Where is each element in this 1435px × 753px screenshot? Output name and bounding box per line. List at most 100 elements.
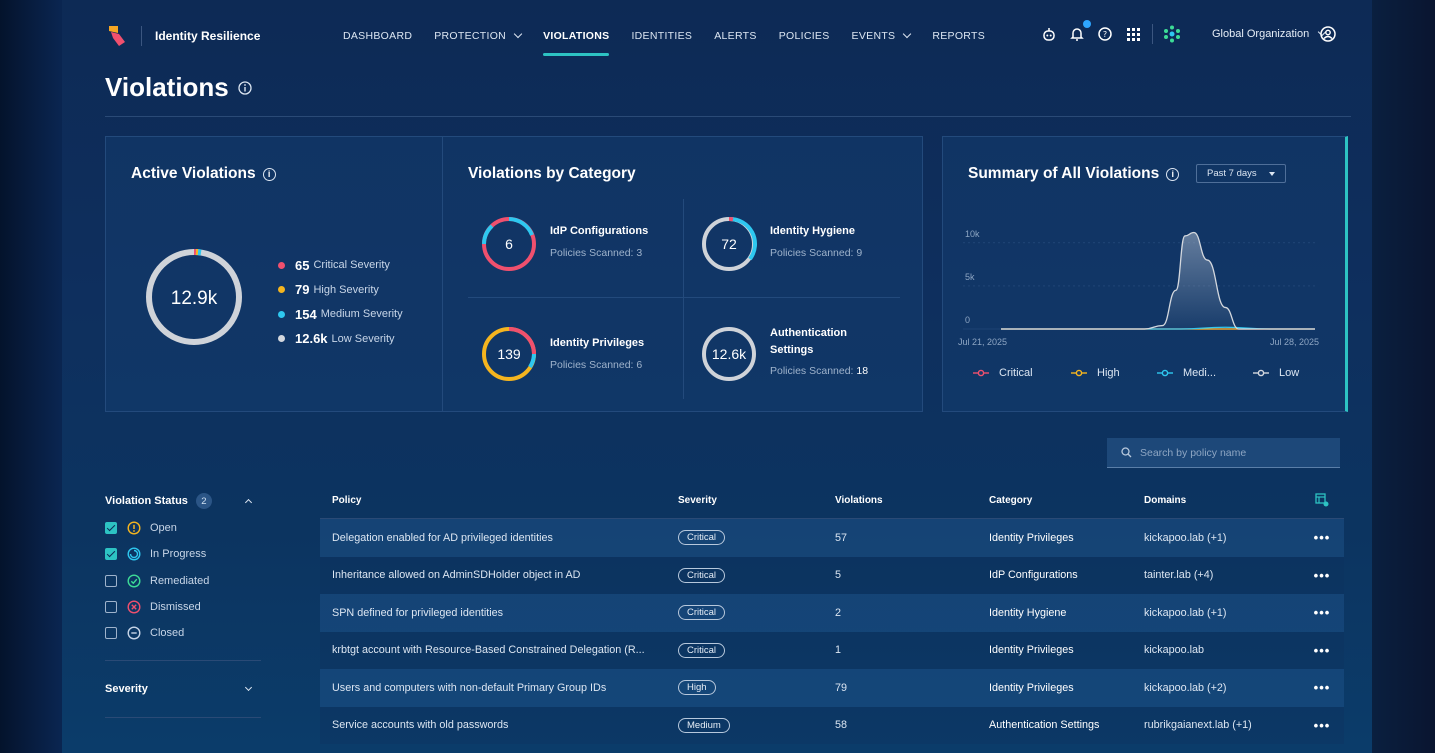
row-actions-menu[interactable]: ••• <box>1300 530 1344 545</box>
status-option-in-progress[interactable]: In Progress <box>105 541 261 567</box>
summary-title: Summary of All Violations i <box>968 165 1180 183</box>
notification-dot <box>1083 20 1091 28</box>
category-scanned: Policies Scanned: 18 <box>770 365 868 377</box>
category-identity-privileges[interactable]: 139 Identity Privileges Policies Scanned… <box>480 325 644 388</box>
cell-domains: tainter.lab (+4) <box>1144 569 1214 582</box>
nav-item-protection[interactable]: PROTECTION <box>434 14 523 58</box>
cell-policy[interactable]: Users and computers with non-default Pri… <box>320 682 666 694</box>
column-settings-icon[interactable] <box>1300 493 1344 507</box>
nav-item-dashboard[interactable]: DASHBOARD <box>343 14 412 58</box>
checkbox[interactable] <box>105 574 117 587</box>
table-row[interactable]: Users and computers with non-default Pri… <box>320 669 1344 707</box>
column-header-domains[interactable]: Domains <box>1132 495 1300 506</box>
filter-count-badge: 2 <box>195 493 212 509</box>
apps-grid-icon[interactable] <box>1124 25 1142 43</box>
card-divider <box>442 137 443 411</box>
status-option-closed[interactable]: Closed <box>105 620 261 646</box>
category-idp-configurations[interactable]: 6 IdP Configurations Policies Scanned: 3 <box>480 215 648 278</box>
date-range-dropdown[interactable]: Past 7 days <box>1196 164 1286 183</box>
checkbox[interactable] <box>105 548 117 561</box>
cell-policy[interactable]: Delegation enabled for AD privileged ide… <box>320 532 666 544</box>
column-header-policy[interactable]: Policy <box>320 495 666 506</box>
policy-search[interactable] <box>1107 438 1340 468</box>
main-nav: DASHBOARD PROTECTION VIOLATIONS IDENTITIES A… <box>343 14 1007 58</box>
row-actions-menu[interactable]: ••• <box>1300 680 1344 695</box>
table-row[interactable]: SPN defined for privileged identities Cri… <box>320 594 1344 632</box>
chart-legend-item[interactable]: Critical <box>973 367 1071 379</box>
severity-filter-header[interactable]: Severity <box>105 661 261 717</box>
nav-item-policies[interactable]: POLICIES <box>779 14 830 58</box>
column-header-category[interactable]: Category <box>977 495 1132 506</box>
search-input[interactable] <box>1140 446 1330 459</box>
violation-status-filter-header[interactable]: Violation Status 2 <box>105 487 261 515</box>
category-grid-hline <box>468 297 900 298</box>
bot-icon[interactable] <box>1040 25 1058 43</box>
column-header-violations[interactable]: Violations <box>823 495 977 506</box>
category-name: IdP Configurations <box>550 225 649 237</box>
checkbox[interactable] <box>105 601 117 614</box>
status-option-label: Remediated <box>150 574 210 587</box>
legend-label: Critical <box>999 367 1033 379</box>
organization-name: Global Organization <box>1212 28 1310 40</box>
search-icon <box>1121 447 1132 458</box>
nav-item-events[interactable]: EVENTS <box>852 14 912 58</box>
organization-selector[interactable]: Global Organization <box>1212 27 1327 40</box>
severity-legend: 65 Critical Severity 79 High Severity 154 Med… <box>278 253 403 351</box>
legend-marker-icon <box>973 369 989 377</box>
status-option-open[interactable]: Open <box>105 515 261 541</box>
table-body: Delegation enabled for AD privileged ide… <box>320 519 1344 744</box>
category-name: Identity Hygiene <box>770 225 855 237</box>
legend-dot <box>278 286 285 294</box>
category-scanned: Policies Scanned: 3 <box>550 247 642 259</box>
legend-label: Medium Severity <box>320 308 403 321</box>
severity-badge: Medium <box>678 717 730 733</box>
cell-policy[interactable]: Inheritance allowed on AdminSDHolder obj… <box>320 569 666 581</box>
category-identity-hygiene[interactable]: 72 Identity Hygiene Policies Scanned: 9 <box>700 215 862 278</box>
cell-category: Identity Privileges <box>989 644 1074 657</box>
info-icon[interactable] <box>238 80 252 95</box>
user-avatar-icon[interactable] <box>1320 26 1336 47</box>
cell-policy[interactable]: krbtgt account with Resource-Based Const… <box>320 644 666 656</box>
legend-value: 65 <box>295 257 310 273</box>
info-icon[interactable]: i <box>262 167 276 181</box>
nav-item-label: PROTECTION <box>434 30 507 42</box>
column-header-severity[interactable]: Severity <box>666 495 823 506</box>
nav-item-violations[interactable]: VIOLATIONS <box>543 14 610 58</box>
date-range-label: Past 7 days <box>1207 168 1257 179</box>
chart-legend-item[interactable]: High <box>1071 367 1157 379</box>
category-value: 6 <box>505 236 513 252</box>
cell-violations: 57 <box>835 531 848 544</box>
info-icon[interactable]: i <box>1166 167 1180 181</box>
table-row[interactable]: Inheritance allowed on AdminSDHolder obj… <box>320 556 1344 594</box>
table-row[interactable]: Delegation enabled for AD privileged ide… <box>320 519 1344 557</box>
chart-legend-item[interactable]: Medi... <box>1157 367 1253 379</box>
table-row[interactable]: Service accounts with old passwords Mediu… <box>320 706 1344 744</box>
cell-policy[interactable]: SPN defined for privileged identities <box>320 607 666 619</box>
nav-item-identities[interactable]: IDENTITIES <box>631 14 692 58</box>
category-scanned: Policies Scanned: 9 <box>770 247 862 259</box>
row-actions-menu[interactable]: ••• <box>1300 568 1344 583</box>
nav-item-alerts[interactable]: ALERTS <box>714 14 756 58</box>
category-authentication-settings[interactable]: 12.6k Authentication Settings Policies S… <box>700 325 868 388</box>
table-row[interactable]: krbtgt account with Resource-Based Const… <box>320 631 1344 669</box>
chart-legend-item[interactable]: Low <box>1253 367 1339 379</box>
legend-label: High Severity <box>313 283 379 296</box>
cell-severity: Critical <box>666 605 823 621</box>
status-option-remediated[interactable]: Remediated <box>105 568 261 594</box>
minus-circle-icon <box>127 626 141 640</box>
row-actions-menu[interactable]: ••• <box>1300 605 1344 620</box>
checkbox[interactable] <box>105 627 117 640</box>
filter-panel: Violation Status 2 Open In Progress Remedi… <box>105 487 261 719</box>
legend-label: Low Severity <box>331 332 395 345</box>
row-actions-menu[interactable]: ••• <box>1300 718 1344 733</box>
cell-policy[interactable]: Service accounts with old passwords <box>320 719 666 731</box>
bell-icon[interactable] <box>1068 20 1091 43</box>
row-actions-menu[interactable]: ••• <box>1300 643 1344 658</box>
violations-overview-card: Active Violations i 12.9k 65 Critical Sev… <box>105 136 923 412</box>
nav-item-reports[interactable]: REPORTS <box>932 14 985 58</box>
more-horizontal-icon: ••• <box>1313 567 1331 583</box>
scanned-label: Policies Scanned: <box>770 365 854 377</box>
checkbox[interactable] <box>105 522 117 535</box>
help-icon[interactable]: ? <box>1096 25 1114 43</box>
status-option-dismissed[interactable]: Dismissed <box>105 594 261 620</box>
